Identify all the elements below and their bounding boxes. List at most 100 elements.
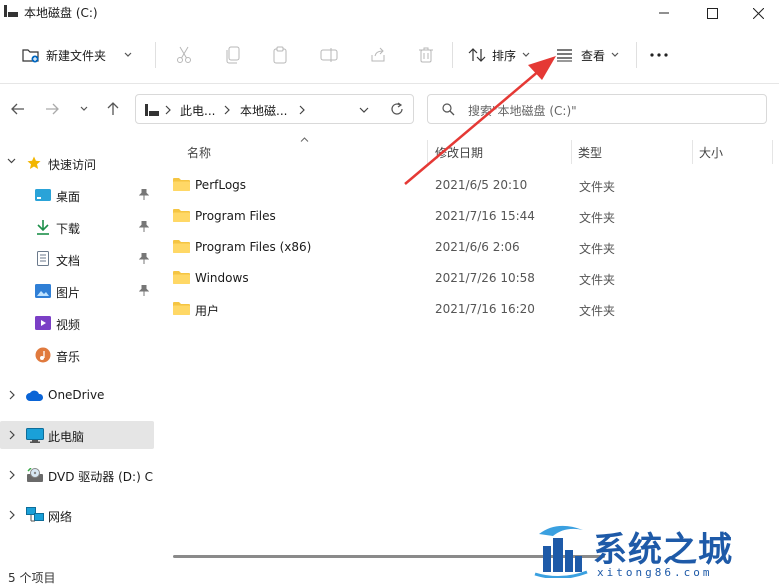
sidebar-item-documents[interactable]: 文档 — [0, 245, 154, 273]
view-button[interactable]: 查看 — [556, 40, 619, 70]
minimize-button[interactable] — [641, 2, 687, 24]
table-row[interactable]: Program Files (x86) 2021/6/6 2:06 文件夹 — [171, 233, 771, 261]
file-name: Program Files — [195, 209, 276, 223]
music-icon — [35, 347, 51, 363]
column-header-date[interactable]: 修改日期 — [435, 144, 483, 161]
view-label: 查看 — [581, 48, 606, 63]
column-header-type[interactable]: 类型 — [578, 144, 602, 161]
refresh-icon[interactable] — [390, 102, 404, 116]
table-row[interactable]: Program Files 2021/7/16 15:44 文件夹 — [171, 202, 771, 230]
sort-icon — [468, 48, 486, 62]
cloud-icon — [26, 390, 44, 401]
sidebar-label-dvd-drive: DVD 驱动器 (D:) CP — [48, 470, 154, 484]
city-logo-icon — [534, 525, 588, 578]
chevron-right-icon — [9, 390, 15, 400]
sidebar-item-onedrive[interactable]: OneDrive — [0, 381, 154, 409]
arrow-up-icon — [107, 102, 119, 115]
table-row[interactable]: Windows 2021/7/26 10:58 文件夹 — [171, 264, 771, 292]
dvd-drive-icon — [27, 468, 43, 482]
file-name: Windows — [195, 271, 249, 285]
list-view-icon — [557, 49, 572, 62]
star-icon — [27, 156, 41, 169]
sidebar-item-network[interactable]: 网络 — [0, 501, 154, 529]
pin-icon — [139, 253, 149, 264]
column-divider[interactable] — [692, 140, 693, 164]
table-row[interactable]: 用户 2021/7/16 16:20 文件夹 — [171, 295, 771, 323]
chevron-right-icon — [299, 105, 305, 115]
new-folder-button[interactable]: 新建文件夹 — [22, 40, 132, 70]
copy-button[interactable] — [225, 40, 241, 70]
search-input[interactable]: 搜索"本地磁盘 (C:)" — [427, 94, 767, 124]
toolbar-separator — [636, 42, 637, 68]
status-bar: 5 个项目 — [8, 569, 55, 586]
share-icon — [371, 47, 385, 62]
new-folder-label: 新建文件夹 — [46, 48, 107, 63]
search-placeholder: 搜索"本地磁盘 (C:)" — [468, 104, 577, 118]
sort-button[interactable]: 排序 — [468, 40, 530, 70]
copy-icon — [226, 46, 240, 64]
minimize-icon — [659, 12, 669, 14]
folder-icon — [173, 271, 190, 284]
item-count: 5 个项目 — [8, 571, 56, 585]
column-divider[interactable] — [772, 140, 773, 164]
table-row[interactable]: PerfLogs 2021/6/5 20:10 文件夹 — [171, 171, 771, 199]
toolbar-separator — [155, 42, 156, 68]
maximize-button[interactable] — [689, 2, 735, 24]
sidebar-item-this-pc[interactable]: 此电脑 — [0, 421, 154, 449]
sidebar-item-dvd-drive[interactable]: DVD 驱动器 (D:) CP — [0, 461, 154, 489]
chevron-down-icon — [80, 106, 88, 111]
chevron-right-icon — [9, 470, 15, 480]
close-button[interactable] — [735, 2, 779, 24]
sidebar-item-desktop[interactable]: 桌面 — [0, 181, 154, 209]
file-list: 名称 修改日期 类型 大小 PerfLogs 2021/6/5 20:10 文件… — [157, 134, 779, 564]
address-bar[interactable]: 此电... 本地磁... — [135, 94, 414, 124]
folder-icon — [173, 302, 190, 315]
share-button[interactable] — [369, 40, 387, 70]
sidebar-label-documents: 文档 — [56, 254, 81, 268]
sidebar-item-music[interactable]: 音乐 — [0, 341, 154, 369]
video-icon — [35, 316, 51, 330]
sidebar-item-pictures[interactable]: 图片 — [0, 277, 154, 305]
chevron-down-icon[interactable] — [359, 107, 369, 113]
chevron-down-icon — [124, 52, 132, 57]
cut-icon — [177, 46, 191, 63]
more-options-button[interactable] — [650, 40, 668, 70]
download-icon — [37, 220, 49, 235]
computer-icon — [26, 428, 44, 443]
recent-locations-button[interactable] — [74, 98, 94, 120]
sidebar-label-pictures: 图片 — [56, 286, 81, 300]
toolbar-separator — [452, 42, 453, 68]
forward-button[interactable] — [42, 98, 62, 120]
watermark: 系统之城 xitong86.com — [531, 518, 777, 582]
sidebar-item-quick-access[interactable]: 快速访问 — [0, 149, 154, 177]
up-button[interactable] — [103, 98, 123, 120]
title-bar: 本地磁盘 (C:) — [0, 0, 779, 26]
command-bar: 新建文件夹 排序 查看 — [0, 26, 779, 84]
breadcrumb-this-pc[interactable]: 此电... — [180, 102, 215, 119]
chevron-right-icon — [165, 105, 171, 115]
sidebar-label-this-pc: 此电脑 — [48, 430, 85, 444]
column-divider[interactable] — [571, 140, 572, 164]
rename-button[interactable] — [320, 40, 338, 70]
paste-button[interactable] — [273, 40, 289, 70]
arrow-left-icon — [11, 103, 24, 115]
column-header-size[interactable]: 大小 — [699, 144, 723, 161]
drive-icon — [145, 104, 159, 116]
file-date: 2021/7/26 10:58 — [435, 271, 535, 285]
sidebar-label-downloads: 下载 — [56, 222, 81, 236]
sidebar-item-videos[interactable]: 视频 — [0, 309, 154, 337]
delete-button[interactable] — [418, 40, 434, 70]
folder-icon — [173, 178, 190, 191]
chevron-down-icon — [522, 52, 530, 57]
back-button[interactable] — [8, 98, 28, 120]
breadcrumb-local-disk[interactable]: 本地磁... — [240, 102, 287, 119]
chevron-down-icon — [7, 158, 16, 164]
file-date: 2021/7/16 15:44 — [435, 209, 535, 223]
cut-button[interactable] — [176, 40, 192, 70]
sidebar-item-downloads[interactable]: 下载 — [0, 213, 154, 241]
column-divider[interactable] — [427, 140, 428, 164]
pin-icon — [139, 189, 149, 200]
watermark-brand: 系统之城 — [593, 530, 733, 570]
more-icon — [650, 53, 668, 57]
column-header-name[interactable]: 名称 — [187, 144, 211, 161]
